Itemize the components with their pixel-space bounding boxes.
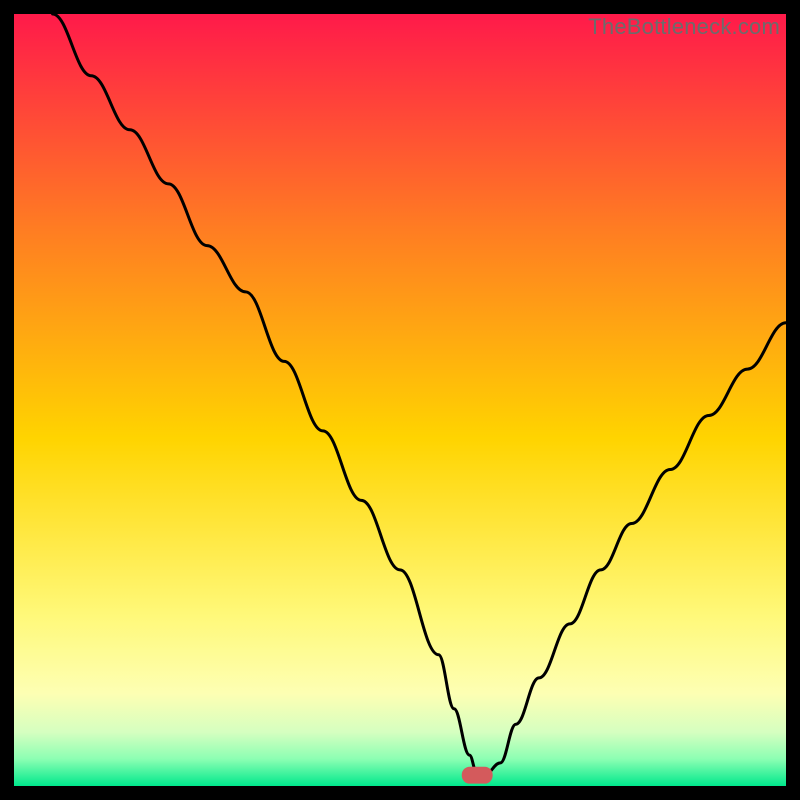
watermark-text: TheBottleneck.com <box>588 14 780 40</box>
optimal-marker <box>462 767 493 784</box>
chart-frame: TheBottleneck.com <box>14 14 786 786</box>
bottleneck-chart <box>14 14 786 786</box>
